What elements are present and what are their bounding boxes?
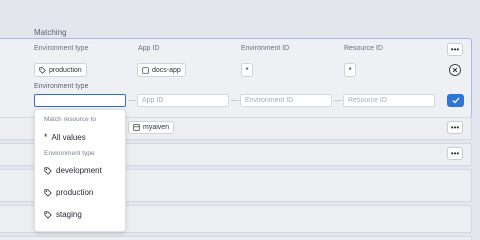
table-icon bbox=[133, 124, 140, 131]
app-id-placeholder: App ID bbox=[142, 97, 164, 104]
more-label: ••• bbox=[450, 44, 460, 54]
more-button[interactable]: ••• bbox=[447, 147, 463, 160]
resource-id-chip: * bbox=[344, 63, 356, 77]
app-id-tag: docs-app bbox=[137, 63, 186, 77]
dropdown-group-header: Environment type bbox=[44, 150, 95, 157]
separator bbox=[334, 100, 342, 101]
row-tag: myaiven bbox=[128, 121, 175, 134]
col-header-environment-id: Environment ID bbox=[241, 45, 290, 52]
tag-icon bbox=[44, 210, 52, 219]
more-button[interactable]: ••• bbox=[447, 121, 463, 134]
environment-id-chip: * bbox=[241, 63, 253, 77]
more-label: ••• bbox=[450, 122, 460, 132]
option-label: development bbox=[56, 166, 102, 175]
col-header-resource-id: Resource ID bbox=[344, 45, 383, 52]
more-button[interactable]: ••• bbox=[447, 43, 463, 56]
environment-type-input[interactable] bbox=[34, 94, 126, 107]
option-label: production bbox=[56, 188, 94, 197]
app-id-input[interactable]: App ID bbox=[137, 94, 229, 107]
row-tag-value: myaiven bbox=[143, 124, 170, 131]
app-icon bbox=[142, 66, 149, 74]
app-id-value: docs-app bbox=[152, 66, 181, 74]
resource-id-placeholder: Resource ID bbox=[348, 97, 387, 104]
dropdown-option-development[interactable]: development bbox=[44, 166, 102, 175]
tag-icon bbox=[44, 166, 52, 175]
section-label: Matching bbox=[34, 28, 67, 37]
close-icon bbox=[452, 67, 458, 73]
environment-id-placeholder: Environment ID bbox=[245, 97, 294, 104]
tag-icon bbox=[39, 66, 46, 74]
resource-id-value: * bbox=[348, 65, 352, 75]
dropdown-option-staging[interactable]: staging bbox=[44, 210, 82, 219]
remove-button[interactable] bbox=[449, 64, 461, 76]
environment-type-dropdown: Match resource to * All values Environme… bbox=[34, 109, 126, 232]
option-label: All values bbox=[51, 132, 86, 142]
asterisk-icon: * bbox=[44, 132, 48, 142]
resource-id-input[interactable]: Resource ID bbox=[343, 94, 435, 107]
tag-icon bbox=[44, 188, 52, 197]
col-header-environment-type: Environment type bbox=[34, 45, 89, 52]
separator bbox=[128, 100, 136, 101]
col-header-app-id: App ID bbox=[138, 45, 160, 52]
dropdown-option-production[interactable]: production bbox=[44, 188, 93, 197]
environment-id-input[interactable]: Environment ID bbox=[240, 94, 332, 107]
dropdown-header: Match resource to bbox=[44, 116, 97, 123]
environment-type-tag: production bbox=[34, 63, 87, 77]
environment-type-value: production bbox=[49, 66, 82, 74]
confirm-button[interactable] bbox=[447, 94, 464, 107]
more-label: ••• bbox=[450, 148, 460, 158]
option-label: staging bbox=[56, 210, 82, 219]
table-row bbox=[0, 236, 472, 240]
dropdown-option-all-values[interactable]: * All values bbox=[44, 132, 86, 142]
check-icon bbox=[452, 97, 459, 104]
editor-label: Environment type bbox=[34, 83, 89, 90]
environment-id-value: * bbox=[245, 65, 249, 75]
separator bbox=[231, 100, 239, 101]
